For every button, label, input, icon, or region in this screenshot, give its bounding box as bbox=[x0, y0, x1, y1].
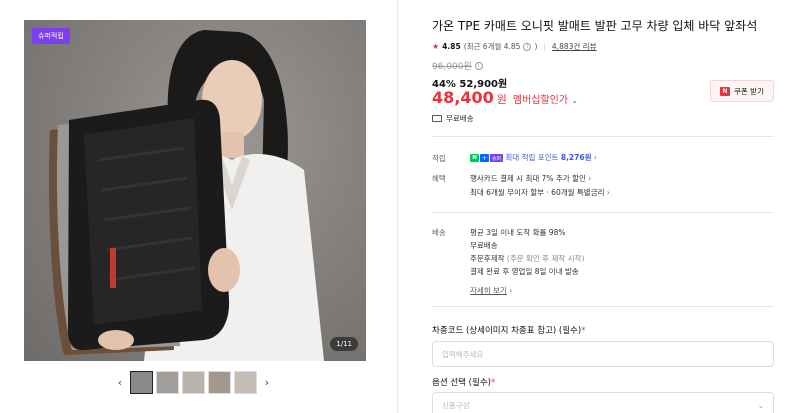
rating-separator: | bbox=[543, 42, 546, 51]
rating-recent: (최근 6개월 4.85 bbox=[463, 42, 521, 51]
chevron-down-icon: ⌄ bbox=[571, 96, 578, 105]
points-text: 최대 적립 포인트 bbox=[505, 153, 559, 162]
benefit-line-2[interactable]: 최대 6개월 무이자 할부 · 60개월 특별금리 › bbox=[470, 187, 610, 198]
final-price-row: 48,400 원 멤버십할인가 ⌄ bbox=[432, 88, 578, 107]
rating-score: 4.85 bbox=[442, 42, 461, 51]
divider bbox=[432, 212, 774, 213]
original-price: 96,000원 bbox=[432, 62, 472, 72]
chevron-right-icon: › bbox=[588, 174, 592, 183]
next-image-arrow[interactable]: › bbox=[260, 371, 274, 394]
delivery-line-2: 무료배송 bbox=[470, 241, 498, 250]
thumbnail-strip: ‹ › bbox=[113, 371, 274, 394]
membership-discount-toggle[interactable]: 멤버십할인가 ⌄ bbox=[513, 91, 578, 106]
option-label-text: 옵션 선택 (필수) bbox=[432, 378, 491, 388]
option-label: 옵션 선택 (필수)* bbox=[432, 376, 495, 388]
final-price-unit: 원 bbox=[496, 93, 507, 106]
thumbnail-2[interactable] bbox=[156, 371, 179, 394]
option-select[interactable]: 상품구성 ⌄ bbox=[432, 392, 774, 413]
final-price: 48,400 bbox=[432, 88, 494, 107]
thumbnail-5[interactable] bbox=[234, 371, 257, 394]
option-placeholder: 상품구성 bbox=[442, 400, 470, 410]
delivery-line-3-sub: (주문 확인 후 제작 시작) bbox=[506, 254, 585, 263]
car-code-label: 차종코드 (상세이미지 차종표 참고) (필수)* bbox=[432, 324, 585, 336]
required-mark: * bbox=[581, 326, 586, 336]
star-icon: ★ bbox=[432, 42, 440, 51]
thumbnail-1[interactable] bbox=[130, 371, 153, 394]
coupon-label: 쿠폰 받기 bbox=[734, 86, 764, 96]
chevron-down-icon: ⌄ bbox=[757, 400, 764, 410]
delivery-line-1: 평균 3일 이내 도착 확률 98% bbox=[470, 228, 566, 237]
thumbnail-3[interactable] bbox=[182, 371, 205, 394]
points-label: 적립 bbox=[432, 154, 446, 163]
divider bbox=[432, 136, 774, 137]
delivery-label: 배송 bbox=[432, 228, 446, 237]
delivery-line-3: 주문후제작 (주문 확인 후 제작 시작) bbox=[470, 253, 584, 264]
npay-icon: N + 슈퍼 bbox=[470, 154, 503, 162]
original-price-row: 96,000원 i bbox=[432, 59, 483, 72]
points-value: 8,276원 bbox=[560, 153, 592, 162]
prev-image-arrow[interactable]: ‹ bbox=[113, 371, 127, 394]
benefit-line-2-text: 최대 6개월 무이자 할부 · 60개월 특별금리 bbox=[470, 188, 605, 197]
rating-row: ★ 4.85 (최근 6개월 4.85 i) | 4,883건 리뷰 bbox=[432, 41, 596, 52]
shipping-row: 무료배송 bbox=[432, 113, 474, 124]
benefit-line-1[interactable]: 행사카드 결제 시 최대 7% 추가 할인 › bbox=[470, 173, 591, 184]
delivery-line-3-text: 주문후제작 bbox=[470, 254, 505, 263]
thumbnail-4[interactable] bbox=[208, 371, 231, 394]
product-gallery: 슈퍼적립 1/11 ‹ › bbox=[0, 0, 398, 413]
chevron-right-icon: › bbox=[593, 153, 597, 162]
benefit-line-1-text: 행사카드 결제 시 최대 7% 추가 할인 bbox=[470, 174, 586, 183]
main-product-image[interactable]: 슈퍼적립 1/11 bbox=[24, 20, 366, 361]
car-code-input[interactable]: 입력해주세요 bbox=[432, 341, 774, 367]
super-points-badge: 슈퍼적립 bbox=[32, 28, 70, 44]
info-icon[interactable]: i bbox=[523, 42, 532, 51]
car-code-label-text: 차종코드 (상세이미지 차종표 참고) (필수) bbox=[432, 326, 582, 336]
rating-close-paren: ) bbox=[534, 42, 538, 51]
price-info-icon[interactable]: i bbox=[474, 61, 483, 70]
coupon-icon: N bbox=[720, 86, 730, 96]
membership-discount-label: 멤버십할인가 bbox=[512, 95, 569, 106]
reviews-link[interactable]: 4,883건 리뷰 bbox=[552, 41, 597, 52]
points-row[interactable]: N + 슈퍼 최대 적립 포인트 8,276원 › bbox=[470, 152, 597, 163]
image-counter: 1/11 bbox=[330, 337, 358, 351]
shipping-text: 무료배송 bbox=[446, 114, 474, 123]
product-photo-illustration bbox=[48, 30, 324, 361]
divider bbox=[432, 306, 774, 307]
benefit-label: 혜택 bbox=[432, 174, 446, 183]
coupon-button[interactable]: N 쿠폰 받기 bbox=[710, 80, 774, 102]
required-mark: * bbox=[490, 378, 496, 388]
chevron-right-icon: › bbox=[606, 188, 610, 197]
delivery-detail-link[interactable]: 자세히 보기 › bbox=[470, 285, 512, 296]
product-title: 가온 TPE 카매트 오니핏 발매트 발판 고무 차량 입체 바닥 앞좌석 bbox=[432, 19, 758, 33]
delivery-detail-text: 자세히 보기 bbox=[470, 286, 507, 295]
car-code-placeholder: 입력해주세요 bbox=[442, 349, 484, 359]
truck-icon bbox=[432, 115, 442, 122]
chevron-right-icon: › bbox=[509, 286, 513, 295]
delivery-line-4: 결제 완료 후 영업일 8일 이내 발송 bbox=[470, 267, 579, 276]
